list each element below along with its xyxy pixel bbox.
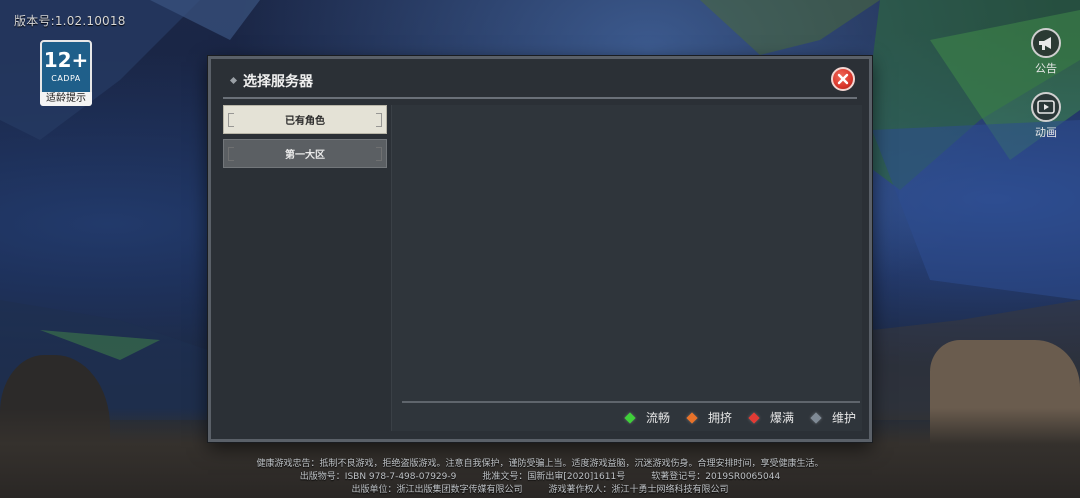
diamond-bullet-icon xyxy=(229,76,238,84)
status-gem-icon xyxy=(748,411,760,424)
publisher-info-line: 出版单位：浙江出版集团数字传媒有限公司 游戏著作权人：浙江十勇士网络科技有限公司 xyxy=(0,484,1080,496)
legend-item-full: 爆满 xyxy=(748,409,794,426)
tab-label: 已有角色 xyxy=(285,116,325,127)
status-gem-icon xyxy=(810,411,822,424)
title-divider xyxy=(223,97,857,99)
video-label: 动画 xyxy=(1035,126,1057,139)
notice-label: 公告 xyxy=(1035,62,1057,75)
legend-label: 流畅 xyxy=(645,411,670,425)
age-rating-badge[interactable]: 12+ CADPA 适龄提示 xyxy=(40,40,92,106)
tab-notch-left xyxy=(228,146,234,161)
dialog-title: 选择服务器 xyxy=(229,71,313,91)
close-icon xyxy=(837,73,849,85)
megaphone-icon xyxy=(1031,28,1061,58)
tab-notch-left xyxy=(228,112,234,127)
dialog-title-text: 选择服务器 xyxy=(243,74,313,90)
server-region-list: 已有角色 第一大区 xyxy=(223,105,389,431)
server-status-legend: 流畅 拥挤 爆满 维护 xyxy=(624,409,856,426)
age-rating-number: 12+ xyxy=(43,48,89,72)
tab-existing-characters[interactable]: 已有角色 xyxy=(223,105,387,134)
publisher-text: 出版单位：浙江出版集团数字传媒有限公司 xyxy=(351,485,523,495)
status-gem-icon xyxy=(686,411,698,424)
age-rating-org: CADPA xyxy=(51,74,81,83)
video-button[interactable]: 动画 xyxy=(1026,92,1066,140)
isbn-text: 出版物号：ISBN 978-7-498-07929-9 xyxy=(299,472,457,482)
notice-button[interactable]: 公告 xyxy=(1026,28,1066,76)
server-select-dialog: 选择服务器 已有角色 第一大区 流畅 拥挤 爆满 维护 xyxy=(208,56,872,442)
approval-text: 批准文号：国新出审[2020]1611号 xyxy=(482,472,626,482)
legend-divider xyxy=(402,401,860,403)
legend-item-busy: 拥挤 xyxy=(686,409,732,426)
tab-region-1[interactable]: 第一大区 xyxy=(223,139,387,168)
software-reg-text: 软著登记号：2019SR0065044 xyxy=(651,472,781,482)
legend-label: 拥挤 xyxy=(707,411,732,425)
play-video-icon xyxy=(1031,92,1061,122)
publication-info-line: 出版物号：ISBN 978-7-498-07929-9 批准文号：国新出审[202… xyxy=(0,471,1080,483)
health-notice-line: 健康游戏忠告：抵制不良游戏，拒绝盗版游戏。注意自我保护，谨防受骗上当。适度游戏益… xyxy=(0,458,1080,470)
legend-item-maintenance: 维护 xyxy=(810,409,856,426)
tab-notch-right xyxy=(376,112,382,127)
health-notice-text: 健康游戏忠告：抵制不良游戏，拒绝盗版游戏。注意自我保护，谨防受骗上当。适度游戏益… xyxy=(256,459,824,469)
copyright-text: 游戏著作权人：浙江十勇士网络科技有限公司 xyxy=(548,485,729,495)
tab-label: 第一大区 xyxy=(285,150,325,161)
legend-label: 爆满 xyxy=(769,411,794,425)
tab-notch-right xyxy=(376,146,382,161)
close-button[interactable] xyxy=(831,67,855,91)
legend-label: 维护 xyxy=(831,411,856,425)
status-gem-icon xyxy=(624,411,636,424)
legend-item-smooth: 流畅 xyxy=(624,409,670,426)
game-screen: 版本号:1.02.10018 12+ CADPA 适龄提示 公告 动画 选择服务… xyxy=(0,0,1080,498)
server-list-panel: 流畅 拥挤 爆满 维护 xyxy=(391,105,862,431)
version-label: 版本号:1.02.10018 xyxy=(14,14,126,28)
age-rating-tip: 适龄提示 xyxy=(40,92,92,106)
